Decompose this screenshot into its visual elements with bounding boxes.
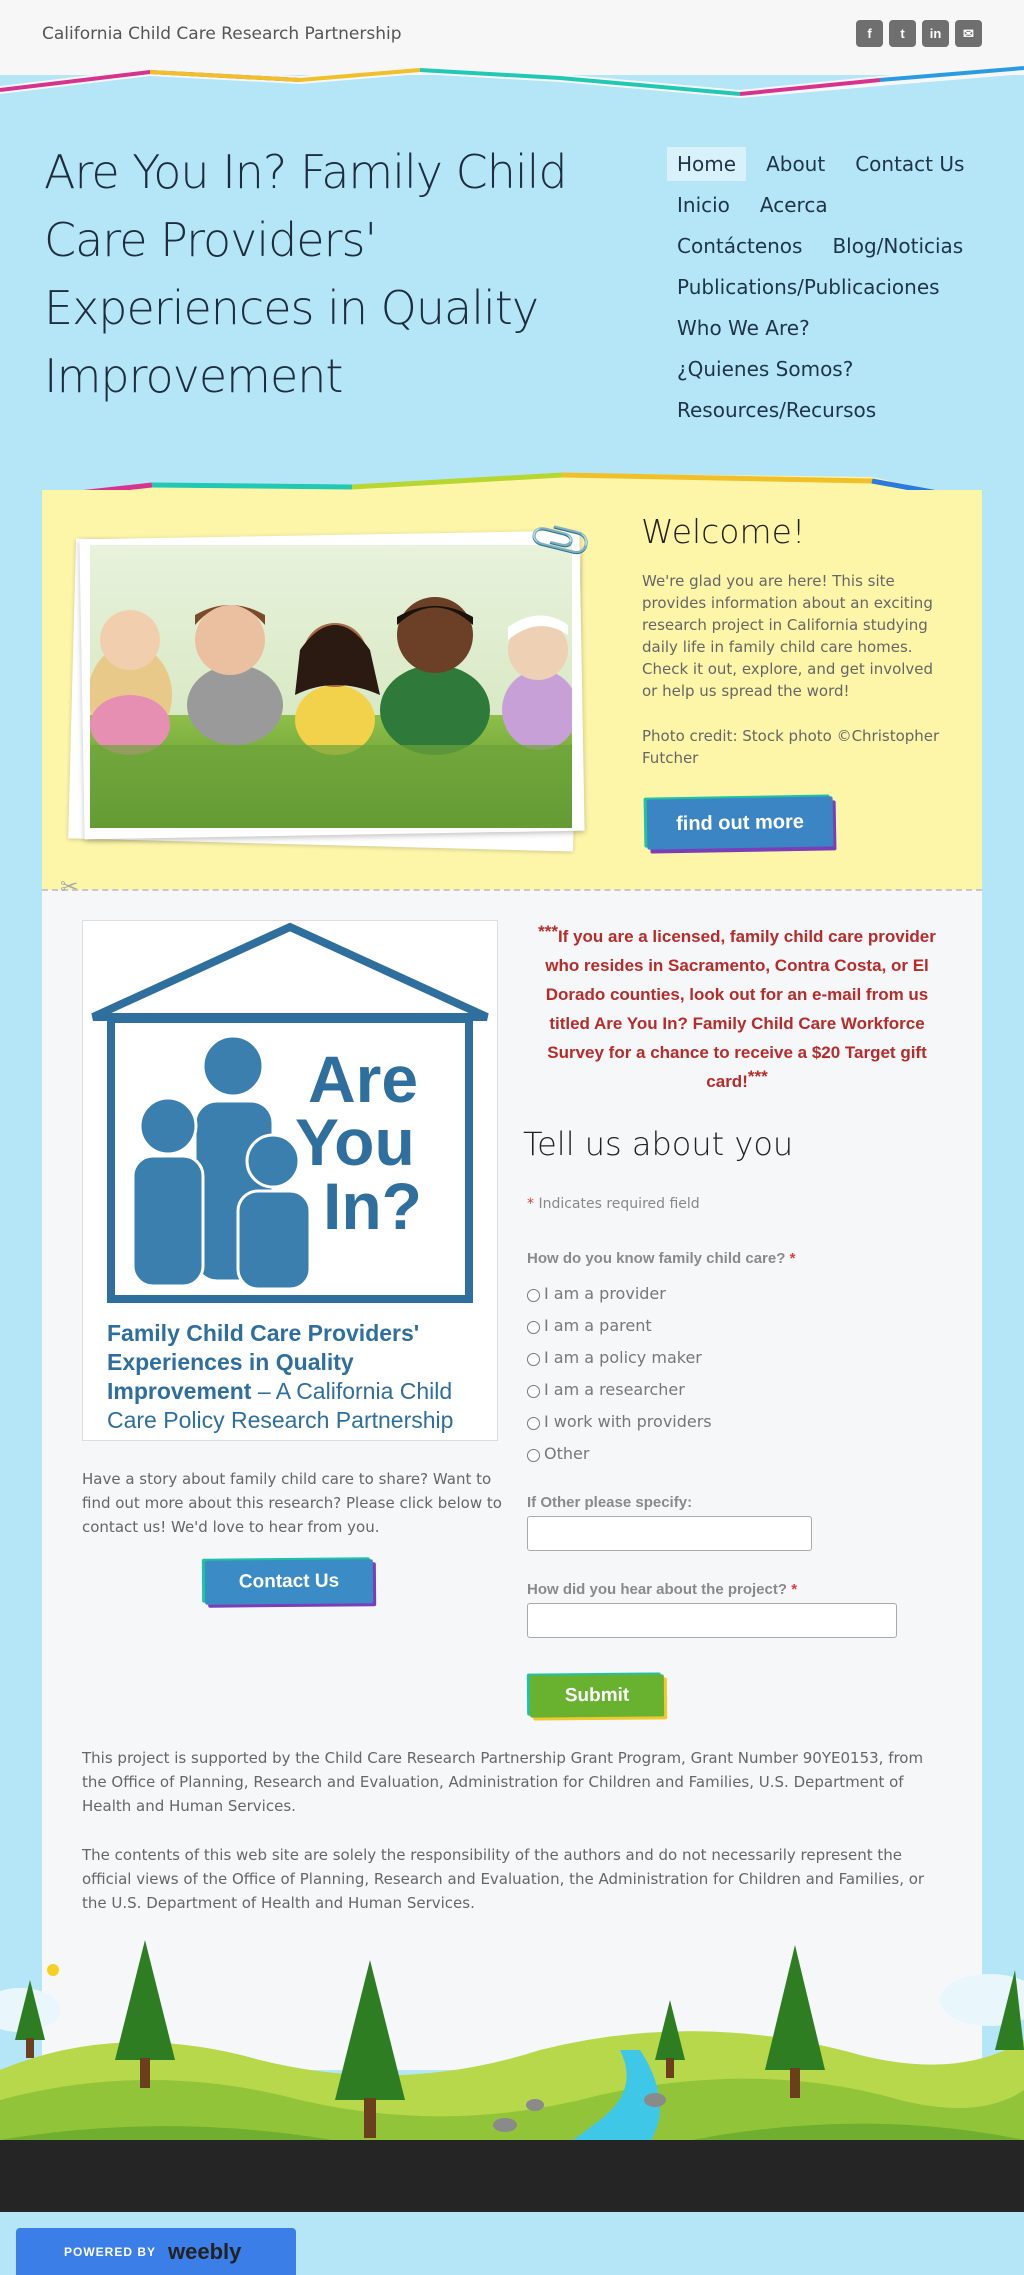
nav-home[interactable]: Home bbox=[667, 146, 747, 181]
photo-credit: Photo credit: Stock photo ©Christopher F… bbox=[642, 727, 940, 767]
notice-suffix: *** bbox=[747, 1067, 768, 1086]
twitter-icon[interactable]: t bbox=[889, 20, 916, 47]
nav-quienes-somos[interactable]: ¿Quienes Somos? bbox=[667, 352, 863, 386]
radio-button[interactable] bbox=[527, 1288, 540, 1302]
radio-label: I am a parent bbox=[544, 1315, 652, 1335]
footer-band bbox=[0, 2140, 1024, 2212]
survey-notice: ***If you are a licensed, family child c… bbox=[527, 922, 947, 1096]
radio-option-work-with-providers[interactable]: I work with providers bbox=[527, 1405, 712, 1437]
q2-label: How did you hear about the project? * bbox=[527, 1581, 797, 1598]
radio-label: I am a researcher bbox=[544, 1379, 685, 1399]
notice-prefix: *** bbox=[538, 922, 558, 941]
form-title: Tell us about you bbox=[523, 1125, 794, 1163]
q1-label-text: How do you know family child care? bbox=[527, 1250, 786, 1267]
radio-button[interactable] bbox=[527, 1416, 540, 1430]
site-name[interactable]: California Child Care Research Partnersh… bbox=[42, 24, 402, 44]
q1-label: How do you know family child care? * bbox=[527, 1250, 795, 1267]
nav-inicio[interactable]: Inicio bbox=[667, 188, 740, 222]
nav-about[interactable]: About bbox=[756, 147, 835, 181]
q1-required-star: * bbox=[789, 1250, 796, 1267]
radio-button[interactable] bbox=[527, 1320, 540, 1334]
q1-radio-group: I am a provider I am a parent I am a pol… bbox=[527, 1277, 712, 1469]
social-icons: f t in ✉ bbox=[856, 20, 982, 47]
mail-icon[interactable]: ✉ bbox=[955, 20, 982, 47]
radio-label: I work with providers bbox=[544, 1411, 712, 1431]
story-text: Have a story about family child care to … bbox=[82, 1470, 502, 1536]
nav-who-we-are[interactable]: Who We Are? bbox=[667, 311, 820, 345]
radio-option-parent[interactable]: I am a parent bbox=[527, 1309, 712, 1341]
main-nav: Home About Contact Us Inicio Acerca Cont… bbox=[667, 143, 987, 430]
radio-label: I am a policy maker bbox=[544, 1347, 702, 1367]
required-note-text: Indicates required field bbox=[538, 1196, 700, 1212]
other-specify-label: If Other please specify: bbox=[527, 1494, 693, 1511]
find-out-more-button[interactable]: find out more bbox=[646, 796, 834, 850]
logo-caption: Family Child Care Providers' Experiences… bbox=[107, 1319, 477, 1435]
weebly-logo: weebly bbox=[168, 2238, 242, 2264]
heard-about-input[interactable] bbox=[527, 1603, 897, 1638]
nav-resources[interactable]: Resources/Recursos bbox=[667, 393, 886, 427]
radio-option-other[interactable]: Other bbox=[527, 1437, 712, 1469]
header-ribbon bbox=[0, 64, 1024, 98]
radio-option-policy-maker[interactable]: I am a policy maker bbox=[527, 1341, 712, 1373]
linkedin-icon[interactable]: in bbox=[922, 20, 949, 47]
page-title: Are You In? Family Child Care Providers'… bbox=[44, 145, 568, 403]
powered-by-label: POWERED BY bbox=[64, 2244, 157, 2259]
weebly-badge[interactable]: POWERED BY weebly bbox=[16, 2228, 296, 2275]
q2-required-star: * bbox=[791, 1581, 798, 1598]
radio-label: Other bbox=[544, 1443, 590, 1463]
nav-publications[interactable]: Publications/Publicaciones bbox=[667, 270, 950, 304]
radio-option-researcher[interactable]: I am a researcher bbox=[527, 1373, 712, 1405]
radio-button[interactable] bbox=[527, 1384, 540, 1398]
logo-word-are: Are bbox=[308, 1042, 419, 1116]
nav-blog[interactable]: Blog/Noticias bbox=[822, 229, 973, 263]
notice-text: If you are a licensed, family child care… bbox=[545, 927, 936, 1091]
submit-button[interactable]: Submit bbox=[529, 1674, 665, 1718]
required-star: * bbox=[527, 1196, 534, 1212]
funding-statement: This project is supported by the Child C… bbox=[82, 1749, 924, 1815]
nav-contact-us[interactable]: Contact Us bbox=[845, 147, 974, 181]
radio-button[interactable] bbox=[527, 1448, 540, 1462]
are-you-in-logo: Are You In? Family Child Care Providers'… bbox=[82, 920, 498, 1441]
radio-option-provider[interactable]: I am a provider bbox=[527, 1277, 712, 1309]
children-photo bbox=[90, 545, 572, 828]
cut-line-divider bbox=[42, 889, 982, 891]
other-specify-input[interactable] bbox=[527, 1516, 812, 1551]
q2-label-text: How did you hear about the project? bbox=[527, 1581, 788, 1598]
nav-acerca[interactable]: Acerca bbox=[750, 188, 838, 222]
required-note: * Indicates required field bbox=[527, 1196, 700, 1212]
welcome-text: We're glad you are here! This site provi… bbox=[642, 572, 934, 700]
contact-us-button[interactable]: Contact Us bbox=[204, 1559, 374, 1605]
radio-button[interactable] bbox=[527, 1352, 540, 1366]
scissors-icon: ✂ bbox=[60, 875, 79, 900]
nav-contactenos[interactable]: Contáctenos bbox=[667, 229, 812, 263]
disclaimer-text: The contents of this web site are solely… bbox=[82, 1846, 925, 1912]
radio-label: I am a provider bbox=[544, 1283, 666, 1303]
welcome-title: Welcome! bbox=[641, 512, 806, 551]
logo-word-in: In? bbox=[323, 1169, 422, 1243]
logo-word-you: You bbox=[295, 1105, 415, 1179]
facebook-icon[interactable]: f bbox=[856, 20, 883, 47]
